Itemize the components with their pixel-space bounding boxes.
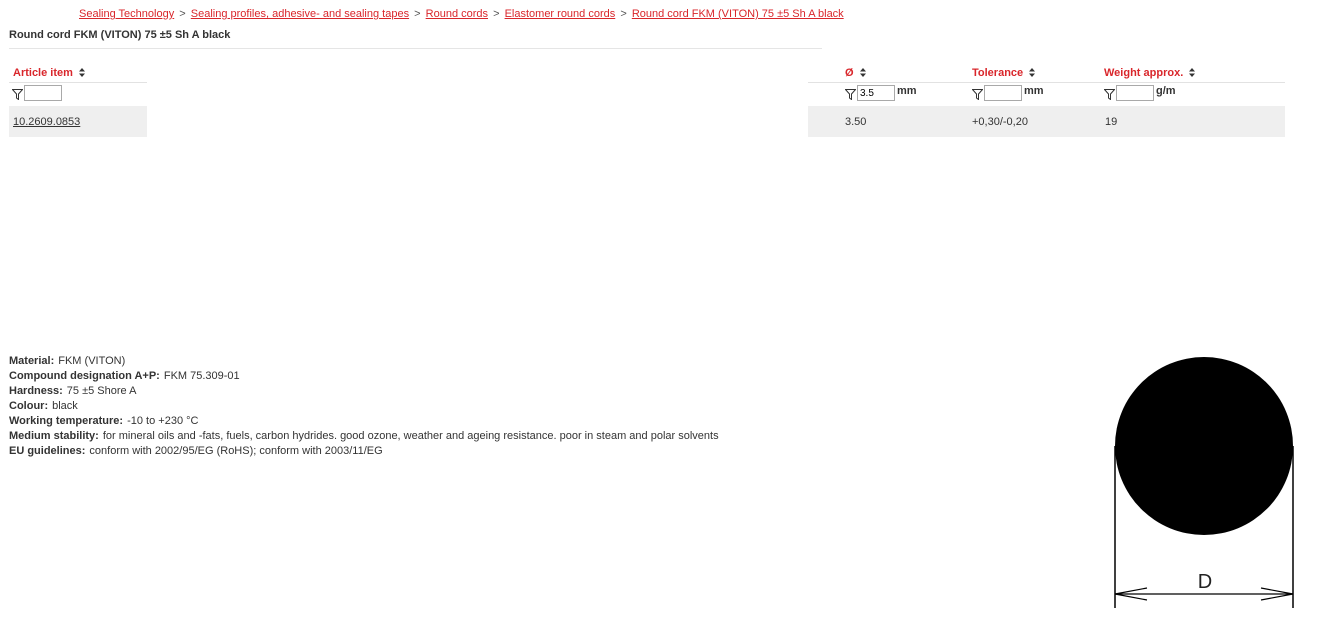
column-header-tolerance[interactable]: Tolerance [972,67,1036,79]
property-colour: Colour: black [9,399,719,414]
breadcrumb-link-current-product[interactable]: Round cord FKM (VITON) 75 ±5 Sh A black [632,8,844,20]
filter-icon [1104,88,1115,100]
column-header-weight-label: Weight approx. [1104,67,1184,79]
property-label: Colour: [9,400,49,412]
property-value: FKM 75.309-01 [163,370,240,382]
sort-icon[interactable] [1189,67,1196,77]
property-value: conform with 2002/95/EG (RoHS); conform … [89,445,383,457]
filter-tolerance: mm [972,85,1044,101]
property-label: Hardness: [9,385,63,397]
filter-weight-unit: g/m [1156,85,1176,97]
breadcrumb-link-round-cords[interactable]: Round cords [426,8,488,20]
round-cord-cross-section [1115,357,1293,535]
sort-icon[interactable] [859,67,866,77]
filter-icon [12,88,23,100]
breadcrumb: Sealing Technology > Sealing profiles, a… [79,8,844,20]
title-divider [9,48,822,49]
filter-article [12,85,62,101]
cell-diameter: 3.50 [845,116,867,128]
breadcrumb-link-sealing-profiles[interactable]: Sealing profiles, adhesive- and sealing … [191,8,409,20]
property-label: Material: [9,355,55,367]
column-header-weight[interactable]: Weight approx. [1104,67,1196,79]
property-value: 75 ±5 Shore A [66,385,137,397]
property-value: FKM (VITON) [58,355,126,367]
property-value: black [52,400,78,412]
column-header-tolerance-label: Tolerance [972,67,1024,79]
property-value: for mineral oils and -fats, fuels, carbo… [102,430,719,442]
breadcrumb-separator: > [620,8,627,20]
column-header-diameter[interactable]: Ø [845,67,866,79]
breadcrumb-link-sealing-technology[interactable]: Sealing Technology [79,8,174,20]
column-header-diameter-label: Ø [845,67,854,79]
property-hardness: Hardness: 75 ±5 Shore A [9,384,719,399]
filter-icon [972,88,983,100]
filter-article-input[interactable] [24,85,62,101]
table-row-bg [808,106,1285,137]
filter-icon [845,88,856,100]
property-working-temperature: Working temperature: -10 to +230 °C [9,414,719,429]
cross-section-drawing: D [1114,357,1294,608]
sort-icon[interactable] [78,67,85,77]
product-properties: Material: FKM (VITON) Compound designatio… [9,354,719,459]
filter-tolerance-unit: mm [1024,85,1044,97]
property-compound: Compound designation A+P: FKM 75.309-01 [9,369,719,384]
cell-tolerance: +0,30/-0,20 [972,116,1028,128]
column-header-article[interactable]: Article item [13,67,85,79]
breadcrumb-link-elastomer-round-cords[interactable]: Elastomer round cords [505,8,616,20]
sort-icon[interactable] [1029,67,1036,77]
page-title: Round cord FKM (VITON) 75 ±5 Sh A black [9,29,231,41]
column-header-article-label: Article item [13,67,73,79]
filter-tolerance-input[interactable] [984,85,1022,101]
cell-weight: 19 [1105,116,1118,128]
filter-weight: g/m [1104,85,1176,101]
property-value: -10 to +230 °C [127,415,199,427]
property-material: Material: FKM (VITON) [9,354,719,369]
dimension-label: D [1198,571,1212,593]
filter-weight-input[interactable] [1116,85,1154,101]
article-link[interactable]: 10.2609.0853 [13,116,80,128]
property-label: Working temperature: [9,415,124,427]
property-label: EU guidelines: [9,445,86,457]
breadcrumb-separator: > [414,8,421,20]
filter-diameter-unit: mm [897,85,917,97]
breadcrumb-separator: > [179,8,186,20]
property-label: Compound designation A+P: [9,370,160,382]
filter-diameter-input[interactable] [857,85,895,101]
header-divider [9,82,147,83]
property-label: Medium stability: [9,430,99,442]
filter-diameter: mm [845,85,917,101]
property-eu-guidelines: EU guidelines: conform with 2002/95/EG (R… [9,444,719,459]
header-divider [808,82,1285,83]
property-medium-stability: Medium stability: for mineral oils and -f… [9,429,719,444]
breadcrumb-separator: > [493,8,500,20]
